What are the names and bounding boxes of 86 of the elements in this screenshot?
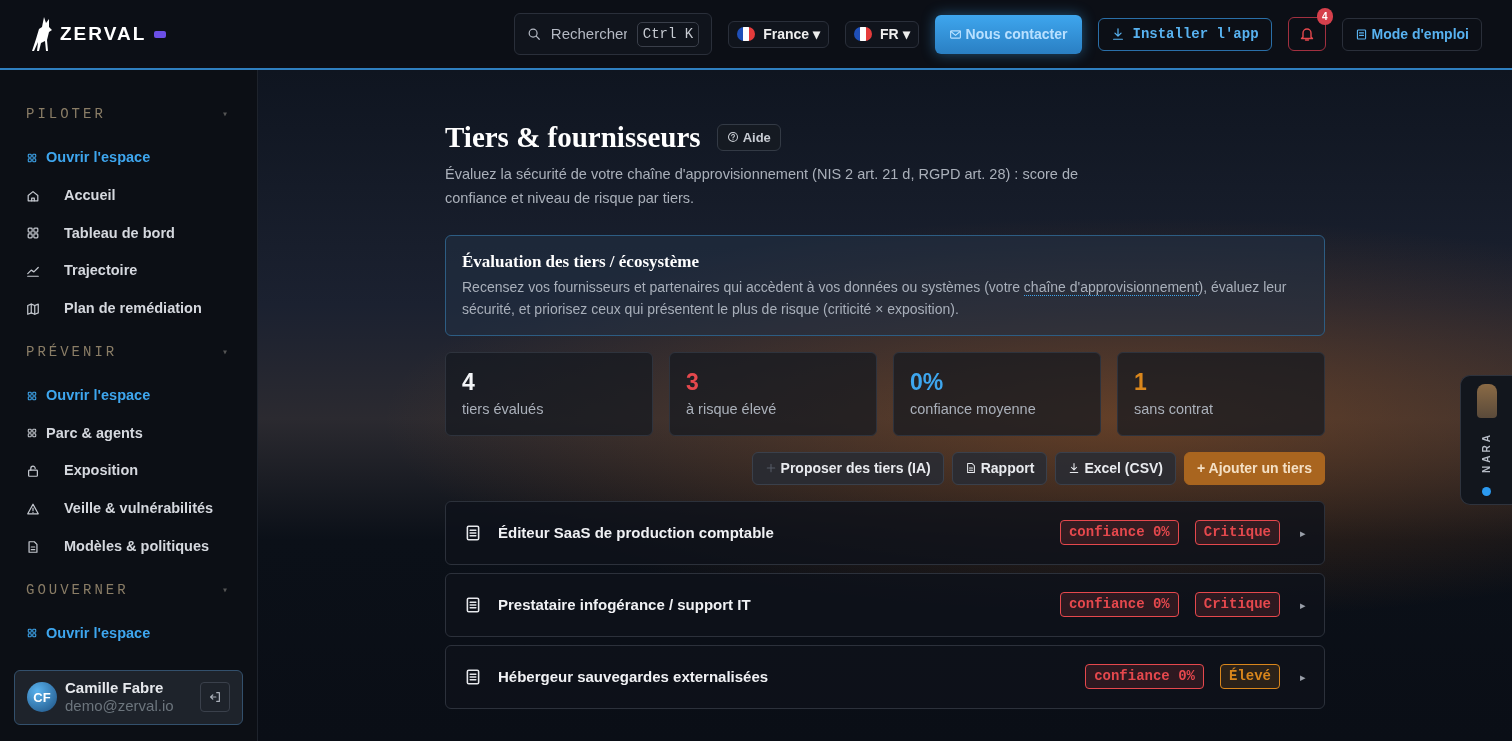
document-icon (464, 523, 482, 542)
vendor-row[interactable]: Prestataire infogérance / support IT confiance 0% Critique ▸ (445, 572, 1325, 637)
map-icon (26, 301, 40, 316)
stat-label: tiers évalués (462, 400, 545, 420)
status-tag: confiance 0% (1059, 592, 1179, 618)
notification-count: 4 (1317, 8, 1333, 25)
sidebar-item[interactable]: Modèles & politiques (14, 527, 243, 566)
country-select[interactable]: France ▾ (728, 20, 830, 48)
expand-arrow[interactable]: ▸ (1300, 524, 1306, 542)
home-icon (26, 188, 40, 203)
suggest-button[interactable]: Proposer des tiers (IA) (751, 451, 944, 485)
section-title: PILOTER (26, 105, 106, 124)
document-icon (964, 462, 977, 475)
vendor-row[interactable]: Hébergeur sauvegardes externalisées confiance 0% Élevé ▸ (445, 644, 1325, 709)
stat-label: confiance moyenne (910, 400, 1037, 420)
avatar: CF (27, 682, 57, 713)
section-title: PRÉVENIR (26, 342, 118, 362)
document-icon (464, 667, 482, 686)
vendor-name: Hébergeur sauvegardes externalisées (498, 666, 769, 687)
logo-text: ZERVAL (60, 21, 147, 46)
download-icon (1110, 27, 1125, 41)
sidebar-item[interactable]: Ouvrir l'espace (14, 139, 243, 177)
info-title: Évaluation des tiers / écosystème (462, 251, 701, 273)
help-button[interactable]: Aide (716, 123, 781, 152)
stat-value: 4 (462, 367, 476, 397)
vendor-row[interactable]: Éditeur SaaS de production comptable confiance 0% Critique ▸ (445, 500, 1325, 565)
vendor-name: Éditeur SaaS de production comptable (498, 522, 774, 543)
sidebar-item[interactable]: Accueil (14, 176, 243, 215)
document-icon (464, 595, 482, 614)
user-guide-button[interactable]: Mode d'emploi (1341, 17, 1482, 51)
flag-icon (737, 27, 756, 41)
sidebar-item[interactable]: Ouvrir l'espace (14, 376, 243, 415)
document-icon (26, 539, 40, 554)
sidebar-item[interactable]: Exposition (14, 452, 243, 490)
page-description: Évaluez la sécurité de votre chaîne d'approvisionnement (NIS 2 art. 21 d, RGPD art. 28) : score de confiance et niveau de risque par tiers. (445, 164, 1080, 208)
info-text: Recensez vos fournisseurs et partenaires qui accèdent à vos données ou systèmes (votre chaîne d'approvisionnement), évaluez leur sécurité, et priorisez ceux qui présentent le plus de risque (criticité × exposition). (462, 278, 1288, 320)
logout-icon (208, 690, 222, 705)
stat-value: 3 (686, 367, 700, 397)
export-button[interactable]: Excel (CSV) (1055, 451, 1176, 485)
status-dot (1482, 487, 1491, 496)
stat-value: 0% (910, 367, 945, 397)
download-icon (1068, 462, 1081, 475)
user-email: demo@zerval.io (65, 697, 175, 716)
install-app-button[interactable]: Installer l'app (1097, 17, 1272, 51)
language-select[interactable]: FR ▾ (845, 20, 919, 48)
grid-icon (26, 427, 38, 440)
sidebar-item[interactable]: Plan de remédiation (14, 290, 243, 328)
status-tag: confiance 0% (1059, 520, 1179, 546)
book-icon (1354, 27, 1368, 41)
bell-icon (1298, 26, 1315, 42)
sidebar-item[interactable]: Trajectoire (14, 252, 243, 290)
sidebar-item[interactable]: Veille & vulnérabilités (14, 490, 243, 528)
search-icon (526, 27, 541, 41)
vendor-name: Prestataire infogérance / support IT (498, 594, 751, 615)
help-icon (726, 131, 739, 144)
chart-line-icon (26, 264, 40, 279)
sidebar-item[interactable]: Ouvrir l'espace (14, 614, 243, 653)
user-name: Camille Fabre (65, 678, 165, 698)
logout-button[interactable] (200, 682, 230, 713)
sidebar-item[interactable]: Tableau de bord (14, 214, 243, 253)
stat-label: à risque élevé (686, 400, 778, 420)
status-tag: Critique (1194, 520, 1280, 546)
dashboard-icon (26, 226, 40, 241)
sidebar-item[interactable]: Parc & agents (14, 414, 243, 453)
flag-icon (854, 27, 873, 41)
status-tag: Critique (1194, 592, 1280, 618)
section-title: GOUVERNER (26, 580, 129, 600)
page-title: Tiers & fournisseurs (445, 120, 701, 155)
warning-icon (26, 501, 40, 516)
keyboard-shortcut: Ctrl K (636, 21, 700, 47)
assistant-tab[interactable]: NARA (1460, 375, 1512, 505)
stat-label: sans contrat (1134, 400, 1214, 420)
grid-icon (26, 151, 38, 164)
envelope-icon (948, 27, 962, 41)
grid-icon (26, 389, 38, 402)
expand-arrow[interactable]: ▸ (1300, 668, 1306, 686)
padlock-icon (26, 464, 40, 479)
add-button[interactable]: + Ajouter un tiers (1184, 451, 1325, 485)
status-tag: confiance 0% (1085, 664, 1204, 690)
assistant-label: NARA (1480, 432, 1493, 473)
expand-arrow[interactable]: ▸ (1300, 596, 1306, 614)
report-button[interactable]: Rapport (951, 451, 1048, 485)
glossary-link[interactable]: chaîne d'approvisionnement (1023, 279, 1199, 297)
grid-icon (26, 627, 38, 640)
status-tag: Élevé (1220, 664, 1280, 690)
stat-value: 1 (1134, 367, 1148, 397)
